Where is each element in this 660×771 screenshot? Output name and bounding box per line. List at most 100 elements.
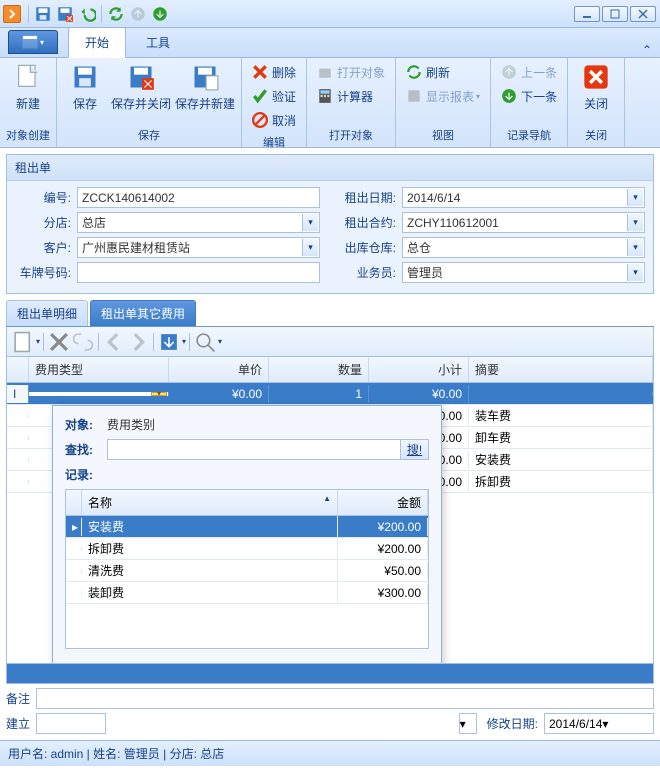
tb-new-icon[interactable] xyxy=(12,331,34,353)
col-type[interactable]: 费用类型 xyxy=(29,357,169,382)
find-input[interactable]: 搜! xyxy=(107,439,429,460)
open-object-button: 打开对象 xyxy=(311,60,391,84)
close-window-button[interactable]: 关闭 xyxy=(572,60,620,115)
close-button[interactable] xyxy=(630,6,656,22)
wh-input[interactable]: 总仓▾ xyxy=(402,237,645,258)
chevron-down-icon[interactable]: ▾ xyxy=(460,717,476,731)
qat-next-icon[interactable] xyxy=(151,5,169,23)
search-button[interactable]: 搜! xyxy=(400,440,428,459)
refresh-button[interactable]: 刷新 xyxy=(400,60,486,84)
pcol-amt[interactable]: 金额 xyxy=(338,490,428,515)
contract-dropdown-icon[interactable]: ▾ xyxy=(627,214,643,231)
minimize-button[interactable] xyxy=(574,6,600,22)
menubar: ▾ 开始 工具 ⌃ xyxy=(0,28,660,58)
group-label: 编辑 xyxy=(246,132,302,152)
tb-delete-icon[interactable] xyxy=(48,331,70,353)
tab-start[interactable]: 开始 xyxy=(68,27,126,58)
lookup-popup: 对象:费用类别 查找: 搜! 记录: 名称▲金额 ▸安装费¥200.00 拆卸费¥… xyxy=(52,405,442,663)
save-button[interactable]: 保存 xyxy=(61,60,109,115)
fees-grid: 费用类型 单价 数量 小计 摘要 I ▾ ¥0.00 1 ¥0.00 500.0… xyxy=(6,357,654,664)
create-label: 建立 xyxy=(6,715,30,732)
qat-prev-icon xyxy=(129,5,147,23)
col-sub[interactable]: 小计 xyxy=(369,357,469,382)
group-label: 关闭 xyxy=(572,125,620,145)
save-new-button[interactable]: 保存并新建 xyxy=(173,60,237,115)
qat-refresh-icon[interactable] xyxy=(107,5,125,23)
lookup-row[interactable]: 拆卸费¥200.00 xyxy=(66,538,428,560)
branch-input[interactable]: 总店▾ xyxy=(77,212,320,233)
status-bar: 用户名: admin | 姓名: 管理员 | 分店: 总店 xyxy=(0,740,660,766)
calculator-button[interactable]: 计算器 xyxy=(311,84,391,108)
no-label: 编号: xyxy=(15,189,71,206)
group-label: 保存 xyxy=(61,125,237,145)
date-input[interactable]: 2014/6/14▾ xyxy=(402,187,645,208)
remark-input[interactable] xyxy=(36,688,654,709)
next-record-button[interactable]: 下一条 xyxy=(495,84,563,108)
titlebar xyxy=(0,0,660,28)
new-button[interactable]: 新建 xyxy=(4,60,52,115)
cust-dropdown-icon[interactable]: ▾ xyxy=(302,239,318,256)
group-label: 对象创建 xyxy=(4,125,52,145)
qat-undo-icon[interactable] xyxy=(78,5,96,23)
group-label: 打开对象 xyxy=(311,125,391,145)
lookup-row[interactable]: 装卸费¥300.00 xyxy=(66,582,428,604)
cust-label: 客户: xyxy=(15,239,71,256)
group-label: 视图 xyxy=(400,125,486,145)
tab-other-fees[interactable]: 租出单其它费用 xyxy=(90,300,196,326)
app-menu-button[interactable]: ▾ xyxy=(8,30,58,54)
remark-label: 备注 xyxy=(6,690,30,707)
contract-label: 租出合约: xyxy=(340,214,396,231)
lookup-row[interactable]: 清洗费¥50.00 xyxy=(66,560,428,582)
tab-tools[interactable]: 工具 xyxy=(130,28,186,57)
rec-label: 记录: xyxy=(65,466,107,483)
save-close-button[interactable]: 保存并关闭 xyxy=(109,60,173,115)
clerk-input[interactable]: 管理员▾ xyxy=(402,262,645,283)
pcol-name[interactable]: 名称▲ xyxy=(82,490,338,515)
find-label: 查找: xyxy=(65,441,107,458)
prev-record-button: 上一条 xyxy=(495,60,563,84)
tb-link-icon xyxy=(72,331,94,353)
verify-button[interactable]: 验证 xyxy=(246,84,302,108)
mod-date-input[interactable]: 2014/6/14▾ xyxy=(544,713,654,734)
qat-save-close-icon[interactable] xyxy=(56,5,74,23)
date-dropdown-icon[interactable]: ▾ xyxy=(627,189,643,206)
obj-value: 费用类别 xyxy=(107,416,155,433)
ribbon: 新建 对象创建 保存 保存并关闭 保存并新建 保存 删除 验证 取消 编辑 打开… xyxy=(0,58,660,148)
lookup-row[interactable]: ▸安装费¥200.00 xyxy=(66,516,428,538)
mod-date-dropdown-icon[interactable]: ▾ xyxy=(602,717,608,731)
wh-label: 出库仓库: xyxy=(340,239,396,256)
plate-label: 车牌号码: xyxy=(15,264,71,281)
delete-button[interactable]: 删除 xyxy=(246,60,302,84)
qat-save-icon[interactable] xyxy=(34,5,52,23)
show-report-button: 显示报表▾ xyxy=(400,84,486,108)
clerk-label: 业务员: xyxy=(340,264,396,281)
tab-detail[interactable]: 租出单明细 xyxy=(6,300,88,326)
col-price[interactable]: 单价 xyxy=(169,357,269,382)
mod-label: 修改日期: xyxy=(487,715,538,732)
no-input[interactable]: ZCCK140614002 xyxy=(77,187,320,208)
col-qty[interactable]: 数量 xyxy=(269,357,369,382)
tb-export-icon[interactable] xyxy=(158,331,180,353)
cust-input[interactable]: 广州惠民建材租赁站▾ xyxy=(77,237,320,258)
cancel-button[interactable]: 取消 xyxy=(246,108,302,132)
type-dropdown-icon[interactable]: ▾ xyxy=(151,392,167,396)
unknown-dropdown[interactable]: ▾ xyxy=(459,713,477,734)
clerk-dropdown-icon[interactable]: ▾ xyxy=(627,264,643,281)
maximize-button[interactable] xyxy=(602,6,628,22)
date-label: 租出日期: xyxy=(340,189,396,206)
wh-dropdown-icon[interactable]: ▾ xyxy=(627,239,643,256)
collapse-ribbon-icon[interactable]: ⌃ xyxy=(642,43,652,57)
branch-dropdown-icon[interactable]: ▾ xyxy=(302,214,318,231)
form-panel: 租出单 编号: ZCCK140614002 租出日期: 2014/6/14▾ 分… xyxy=(6,154,654,294)
branch-label: 分店: xyxy=(15,214,71,231)
tb-search-icon[interactable] xyxy=(194,331,216,353)
lookup-grid: 名称▲金额 ▸安装费¥200.00 拆卸费¥200.00 清洗费¥50.00 装… xyxy=(65,489,429,649)
create-input[interactable] xyxy=(36,713,106,734)
obj-label: 对象: xyxy=(65,416,107,433)
group-label: 记录导航 xyxy=(495,125,563,145)
plate-input[interactable] xyxy=(77,262,320,283)
grid-toolbar: ▾ ▾ ▾ xyxy=(6,327,654,357)
grid-edit-row[interactable]: I ▾ ¥0.00 1 ¥0.00 xyxy=(7,383,653,405)
contract-input[interactable]: ZCHY110612001▾ xyxy=(402,212,645,233)
col-remark[interactable]: 摘要 xyxy=(469,357,653,382)
